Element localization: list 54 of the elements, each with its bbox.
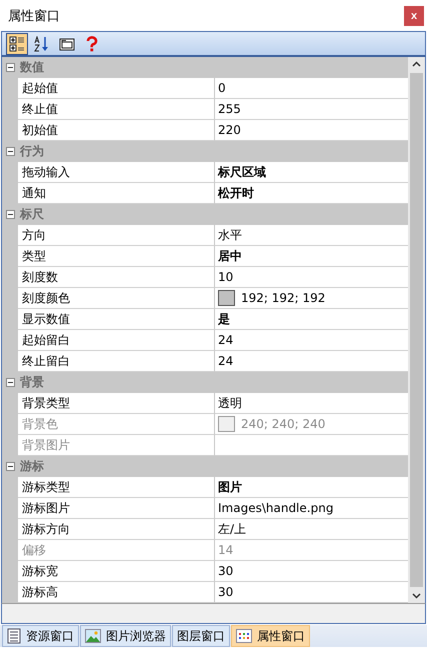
property-value[interactable]: 是 bbox=[218, 310, 230, 328]
property-value[interactable]: 透明 bbox=[218, 394, 242, 412]
scrollbar[interactable] bbox=[408, 57, 425, 603]
property-name[interactable]: 初始值 bbox=[18, 120, 215, 141]
help-icon bbox=[84, 36, 100, 52]
property-value[interactable]: 220 bbox=[218, 123, 241, 137]
categorized-icon bbox=[9, 36, 25, 52]
property-value[interactable]: 10 bbox=[218, 270, 234, 284]
property-name[interactable]: 终止留白 bbox=[18, 351, 215, 372]
panel-tab[interactable]: 图层窗口 bbox=[172, 625, 230, 647]
category-title: 游标 bbox=[19, 458, 44, 474]
sort-icon bbox=[34, 36, 50, 52]
property-name[interactable]: 显示数值 bbox=[18, 309, 215, 330]
property-name[interactable]: 起始留白 bbox=[18, 330, 215, 351]
property-value[interactable]: 30 bbox=[218, 585, 234, 599]
property-value[interactable]: 24 bbox=[218, 333, 234, 347]
property-name[interactable]: 背景类型 bbox=[18, 393, 215, 414]
categorized-button[interactable] bbox=[6, 32, 28, 54]
property-name[interactable]: 起始值 bbox=[18, 78, 215, 99]
property-value[interactable]: 居中 bbox=[218, 248, 242, 264]
property-value[interactable]: 255 bbox=[218, 102, 241, 116]
property-name[interactable]: 通知 bbox=[18, 183, 215, 204]
property-value[interactable]: 30 bbox=[218, 564, 234, 578]
property-name[interactable]: 游标方向 bbox=[18, 519, 215, 540]
property-value[interactable]: 左/上 bbox=[218, 520, 246, 538]
panel-tab[interactable]: 属性窗口 bbox=[231, 625, 310, 647]
property-name[interactable]: 游标高 bbox=[18, 582, 215, 603]
window-icon bbox=[59, 36, 75, 52]
property-name[interactable]: 方向 bbox=[18, 225, 215, 246]
property-value[interactable]: 图片 bbox=[218, 478, 242, 496]
property-name[interactable]: 刻度颜色 bbox=[18, 288, 215, 309]
property-name[interactable]: 游标宽 bbox=[18, 561, 215, 582]
category-title: 标尺 bbox=[18, 206, 44, 222]
panel-tab[interactable]: 图片浏览器 bbox=[80, 625, 171, 647]
property-name[interactable]: 拖动输入 bbox=[18, 162, 215, 183]
property-name[interactable]: 游标图片 bbox=[18, 498, 215, 519]
property-value[interactable]: 24 bbox=[218, 354, 234, 368]
property-name[interactable]: 游标类型 bbox=[18, 477, 215, 498]
category-title: 数值 bbox=[18, 58, 44, 76]
window-title: 属性窗口 bbox=[8, 8, 60, 24]
grid-icon bbox=[236, 629, 252, 643]
property-name[interactable]: 类型 bbox=[18, 246, 215, 267]
image-icon bbox=[85, 629, 101, 643]
category-title: 行为 bbox=[18, 142, 44, 160]
property-value[interactable]: 松开时 bbox=[218, 184, 254, 202]
scroll-thumb[interactable] bbox=[410, 73, 423, 587]
property-name[interactable]: 刻度数 bbox=[18, 267, 215, 288]
property-name[interactable]: 终止值 bbox=[18, 99, 215, 120]
category-title: 背景 bbox=[18, 374, 44, 390]
close-button[interactable]: x bbox=[404, 6, 424, 26]
property-value[interactable]: 0 bbox=[218, 81, 226, 95]
document-icon bbox=[7, 628, 21, 644]
property-value[interactable]: 水平 bbox=[218, 226, 242, 244]
panel-tab[interactable]: 资源窗口 bbox=[2, 625, 79, 647]
